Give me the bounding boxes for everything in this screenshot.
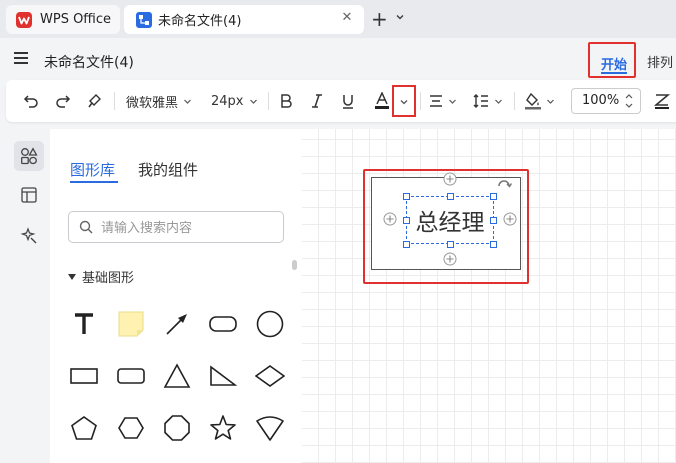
toolbar-divider <box>514 92 515 110</box>
shape-right-triangle-icon[interactable] <box>203 356 243 396</box>
add-connector-plus-icon[interactable] <box>443 172 457 186</box>
toolbar-divider <box>114 92 115 110</box>
zoom-value: 100% <box>582 93 620 108</box>
shape-rounded-square-icon[interactable] <box>111 356 151 396</box>
shape-arrow-icon[interactable] <box>157 304 197 344</box>
section-basic-shapes-label: 基础图形 <box>82 271 135 286</box>
format-painter-icon[interactable] <box>86 80 104 122</box>
redo-icon[interactable] <box>54 80 72 122</box>
rail-shapes-button[interactable] <box>14 141 44 171</box>
tab-document[interactable]: 未命名文件(4) ✕ <box>124 5 364 34</box>
font-size-select[interactable]: 24px <box>211 80 258 122</box>
italic-icon[interactable] <box>309 80 325 122</box>
hamburger-menu-icon[interactable] <box>14 52 28 64</box>
tab-shape-library-label: 图形库 <box>70 161 116 179</box>
active-tab-underline <box>601 72 627 74</box>
magic-wand-icon <box>20 227 37 244</box>
resize-handle[interactable] <box>490 241 497 248</box>
add-connector-plus-icon[interactable] <box>443 252 457 266</box>
shapes-icon <box>21 147 38 165</box>
ribbon-tab-start-label: 开始 <box>601 58 628 73</box>
chevron-down-icon <box>495 99 502 104</box>
tab-shape-library[interactable]: 图形库 <box>70 159 118 183</box>
shape-sector-icon[interactable] <box>250 408 290 448</box>
chevron-down-icon <box>184 99 191 104</box>
wps-logo-icon <box>16 11 32 28</box>
resize-handle[interactable] <box>403 241 410 248</box>
tab-bar: WPS Office 未命名文件(4) ✕ + <box>0 0 676 38</box>
drawing-canvas[interactable]: 总经理 <box>302 129 676 463</box>
search-box <box>68 211 284 243</box>
document-title: 未命名文件(4) <box>44 55 134 71</box>
active-tab-underline <box>70 181 118 183</box>
shape-hexagon-icon[interactable] <box>111 408 151 448</box>
chevron-down-icon <box>400 100 408 105</box>
font-size-value: 24px <box>211 93 244 109</box>
add-connector-plus-icon[interactable] <box>383 212 397 226</box>
underline-icon[interactable] <box>340 80 356 122</box>
add-connector-plus-icon[interactable] <box>503 212 517 226</box>
tab-document-label: 未命名文件(4) <box>158 14 242 29</box>
shape-label[interactable]: 总经理 <box>406 203 494 237</box>
shape-text-icon[interactable] <box>64 304 104 344</box>
chevron-down-icon <box>449 99 456 104</box>
stepper-arrows-icon[interactable] <box>624 92 634 110</box>
fill-color-select[interactable] <box>524 80 555 122</box>
resize-handle[interactable] <box>403 193 410 200</box>
shape-octagon-icon[interactable] <box>157 408 197 448</box>
toolbar-divider <box>268 92 269 110</box>
caret-down-icon <box>68 274 76 280</box>
shape-pentagon-icon[interactable] <box>64 408 104 448</box>
ribbon-tab-start[interactable]: 开始 <box>588 42 636 78</box>
section-basic-shapes[interactable]: 基础图形 <box>68 267 134 286</box>
search-input[interactable] <box>101 218 271 238</box>
flowchart-file-icon <box>136 11 152 28</box>
shape-circle-icon[interactable] <box>250 304 290 344</box>
font-family-value: 微软雅黑 <box>126 95 179 111</box>
document-header: 未命名文件(4) 开始 排列 <box>0 38 676 80</box>
rotate-icon[interactable] <box>496 178 512 194</box>
close-icon[interactable]: ✕ <box>338 10 356 25</box>
font-color-icon[interactable] <box>374 80 390 122</box>
tab-wps-label: WPS Office <box>40 12 112 27</box>
rail-ai-button[interactable] <box>14 221 44 251</box>
search-icon <box>79 220 93 234</box>
font-family-select[interactable]: 微软雅黑 <box>126 80 192 122</box>
line-spacing-select[interactable] <box>472 80 503 122</box>
panel-scrollbar[interactable] <box>292 260 297 270</box>
undo-icon[interactable] <box>22 80 40 122</box>
shape-rounded-rect-icon[interactable] <box>203 304 243 344</box>
new-tab-plus-icon[interactable]: + <box>371 7 388 31</box>
align-select[interactable] <box>428 80 457 122</box>
chevron-down-icon[interactable] <box>394 11 406 23</box>
shape-triangle-icon[interactable] <box>157 356 197 396</box>
chevron-down-icon <box>547 99 554 104</box>
left-rail <box>8 129 50 463</box>
shape-star-icon[interactable] <box>203 408 243 448</box>
font-color-dropdown[interactable] <box>392 85 416 117</box>
tab-wps-office[interactable]: WPS Office <box>6 5 120 34</box>
zoom-input[interactable]: 100% <box>571 88 641 114</box>
tab-my-components[interactable]: 我的组件 <box>138 159 198 180</box>
line-style-icon[interactable] <box>654 80 670 122</box>
chevron-down-icon <box>249 99 257 104</box>
resize-handle[interactable] <box>447 193 454 200</box>
shape-diamond-icon[interactable] <box>250 356 290 396</box>
shape-rectangle-icon[interactable] <box>64 356 104 396</box>
format-toolbar: 微软雅黑 24px 100% <box>6 80 676 122</box>
bold-icon[interactable] <box>278 80 294 122</box>
toolbar-divider <box>420 92 421 110</box>
rail-template-button[interactable] <box>14 180 44 210</box>
resize-handle[interactable] <box>447 241 454 248</box>
template-layout-icon <box>21 187 37 203</box>
shape-sticky-note-icon[interactable] <box>111 304 151 344</box>
resize-handle[interactable] <box>490 193 497 200</box>
shape-library-panel: 图形库 我的组件 基础图形 <box>50 129 302 463</box>
ribbon-tab-arrange[interactable]: 排列 <box>647 52 673 71</box>
